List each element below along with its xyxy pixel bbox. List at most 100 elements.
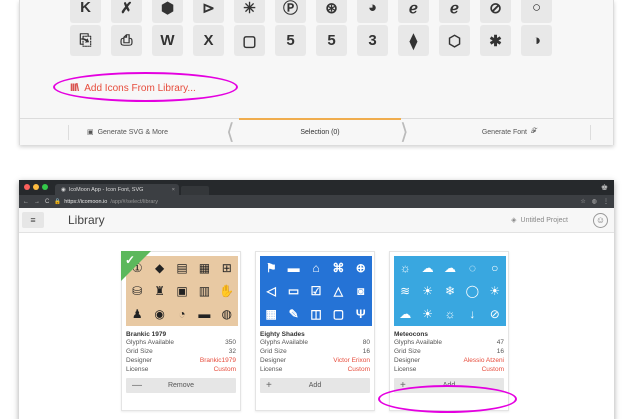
meta-value[interactable]: Custom xyxy=(214,365,236,374)
meta-row: License Custom xyxy=(260,365,370,374)
reload-icon[interactable]: C xyxy=(45,199,49,205)
icon-tile[interactable]: ⎘ xyxy=(70,25,101,56)
meta-value[interactable]: Custom xyxy=(348,365,370,374)
meta-row: Grid Size 32 xyxy=(126,347,236,356)
divider xyxy=(590,125,591,140)
maximize-window-button[interactable] xyxy=(42,184,48,190)
preview-icon: ☑ xyxy=(310,283,322,298)
preview-icon: ☁ xyxy=(421,260,434,275)
meta-row: Designer Alessio Atzeni xyxy=(394,356,504,365)
icon-tile[interactable]: ✗ xyxy=(111,0,142,23)
icon-tile[interactable]: ○ xyxy=(521,0,552,23)
preview-icon: ◁ xyxy=(266,283,276,298)
icon-tile[interactable]: ◑ xyxy=(521,25,552,56)
icon-tile[interactable]: 3 xyxy=(357,25,388,56)
preview-icon: ☀ xyxy=(422,283,433,298)
icon-tile[interactable]: ℯ xyxy=(439,0,470,23)
icon-tile[interactable]: X xyxy=(193,25,224,56)
meta-value[interactable]: Custom xyxy=(482,365,504,374)
favicon-icon: ◉ xyxy=(61,186,66,193)
meta-row: License Custom xyxy=(126,365,236,374)
preview-icon: ♟ xyxy=(131,307,143,322)
forward-icon[interactable]: → xyxy=(34,199,40,205)
menu-dots-icon[interactable]: ⋮ xyxy=(603,198,609,205)
url-field[interactable]: 🔒 https://icomoon.io/app/#/select/librar… xyxy=(54,199,158,205)
meta-row: License Custom xyxy=(394,365,504,374)
preview-icon: ☀ xyxy=(489,283,501,298)
icon-tile[interactable]: ◕ xyxy=(357,0,388,23)
preview-icon: ▦ xyxy=(198,260,211,275)
preview-icon: ⛁ xyxy=(132,283,143,298)
preview-icon: ▣ xyxy=(176,283,188,298)
page-title: Library xyxy=(68,213,105,227)
hamburger-menu-button[interactable]: ≡ xyxy=(22,212,44,228)
icon-tile[interactable]: ⬢ xyxy=(152,0,183,23)
tab-title: IcoMoon App - Icon Font, SVG xyxy=(68,186,144,193)
icon-tile[interactable]: ⧫ xyxy=(398,25,429,56)
selection-tab[interactable]: Selection (0) xyxy=(235,118,405,145)
preview-icon: ▬ xyxy=(287,260,300,275)
icon-tile[interactable]: ⬡ xyxy=(439,25,470,56)
preview-icon: ○ xyxy=(491,260,499,275)
preview-icon: ▤ xyxy=(176,260,188,275)
browser-tab[interactable]: ◉ IcoMoon App - Icon Font, SVG × xyxy=(55,184,179,195)
generate-svg-button[interactable]: ▣ Generate SVG & More xyxy=(20,119,235,145)
preview-icon: ◔ xyxy=(178,307,186,322)
close-tab-icon[interactable]: × xyxy=(172,187,175,193)
tab-strip: ◉ IcoMoon App - Icon Font, SVG × ♚ xyxy=(19,180,614,195)
extension-icon[interactable]: ◍ xyxy=(592,198,597,205)
meta-row: Designer Brankic1979 xyxy=(126,356,236,365)
icon-tile[interactable]: ⊛ xyxy=(316,0,347,23)
add-set-button[interactable]: + Add xyxy=(394,378,504,393)
remove-set-button[interactable]: — Remove xyxy=(126,378,236,393)
preview-icon: ◆ xyxy=(154,260,165,275)
meta-value[interactable]: Brankic1979 xyxy=(200,356,236,365)
icon-tile[interactable]: Ⓟ xyxy=(275,0,306,23)
meta-label: Designer xyxy=(394,357,421,364)
library-card: ⚑ ▬ ⌂ ⌘ ⊕ ◁ ▭ ☑ △ ◙ ▦ ✎ ◫ ▢ Ψ Eighty Shades Glyphs Avail… xyxy=(255,251,375,411)
meta-row: Glyphs Available 47 xyxy=(394,338,504,347)
preview-icon: ☁ xyxy=(399,307,412,322)
app-header: ≡ Library ◈ Untitled Project ☺ xyxy=(19,208,614,233)
icon-tile[interactable]: K xyxy=(70,0,101,23)
preview-icon: ⚑ xyxy=(265,260,277,275)
new-tab-button[interactable] xyxy=(181,186,209,195)
icon-tile[interactable]: ⊳ xyxy=(193,0,224,23)
image-icon: ▣ xyxy=(86,129,94,136)
meta-row: Designer Victor Erixon xyxy=(260,356,370,365)
icon-tile[interactable]: ✳ xyxy=(234,0,265,23)
user-avatar-icon[interactable]: ☺ xyxy=(593,212,608,228)
icon-tile[interactable]: 5 xyxy=(316,25,347,56)
star-icon[interactable]: ☆ xyxy=(580,198,585,205)
icon-set-name: Meteocons xyxy=(394,331,428,338)
meta-label: License xyxy=(126,366,149,373)
library-card: ① ◆ ▤ ▦ ⊞ ⛁ ♜ ▣ ▥ ✋ ♟ ◉ ◔ ▬ ◍ ✓ Brankic 1979 Glyphs Avail… xyxy=(121,251,241,411)
add-icons-from-library-link[interactable]: III\ Add Icons From Library... xyxy=(70,82,196,94)
library-card: ☼ ☁ ☁ ◌ ○ ≋ ☀ ❄ ◯ ☀ ☁ ☀ ☼ ↓ ⊘ Meteocons Glyphs Available… xyxy=(389,251,509,411)
preview-icon: ☼ xyxy=(444,307,456,322)
preview-icon: ▢ xyxy=(332,307,345,322)
meta-label: License xyxy=(394,366,417,373)
preview-icon: Ψ xyxy=(355,307,366,322)
incognito-icon: ♚ xyxy=(600,183,608,192)
preview-icon: ⌂ xyxy=(312,260,320,275)
icon-tile[interactable]: W xyxy=(152,25,183,56)
icon-tile[interactable]: ⊘ xyxy=(480,0,511,23)
icon-tile[interactable]: ✱ xyxy=(480,25,511,56)
library-cards: ① ◆ ▤ ▦ ⊞ ⛁ ♜ ▣ ▥ ✋ ♟ ◉ ◔ ▬ ◍ ✓ Brankic 1979 Glyphs Avail… xyxy=(121,251,509,411)
chevron-left-icon: ⟨ xyxy=(226,119,235,144)
back-icon[interactable]: ← xyxy=(23,199,29,205)
meta-value[interactable]: Alessio Atzeni xyxy=(464,356,504,365)
icon-tile[interactable]: 5 xyxy=(275,25,306,56)
close-window-button[interactable] xyxy=(24,184,30,190)
meta-row: Grid Size 16 xyxy=(394,347,504,356)
icon-tile[interactable]: ▢ xyxy=(234,25,265,56)
project-selector[interactable]: ◈ Untitled Project xyxy=(511,216,568,225)
add-set-button[interactable]: + Add xyxy=(260,378,370,393)
icon-tile[interactable]: ℯ xyxy=(398,0,429,23)
meta-value[interactable]: Victor Erixon xyxy=(333,356,370,365)
icon-tile[interactable]: ⎙ xyxy=(111,25,142,56)
preview-icon: ☁ xyxy=(443,260,456,275)
minimize-window-button[interactable] xyxy=(33,184,39,190)
generate-font-button[interactable]: Generate Font 𝓕 xyxy=(405,119,613,145)
